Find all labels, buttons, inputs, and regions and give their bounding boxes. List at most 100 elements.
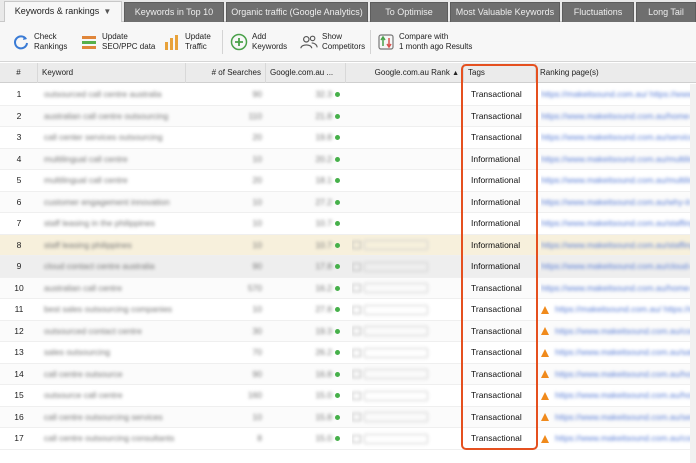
ranking-page-cell[interactable]: https://www.makeitsound.com.au/services [541,127,693,148]
tab-keywords-top10[interactable]: Keywords in Top 10 [124,2,224,22]
keyword-cell[interactable]: best sales outsourcing companies [44,299,184,320]
add-keywords-button[interactable]: Add Keywords [230,28,287,56]
ranking-page-cell[interactable]: https://www.makeitsound.com.au/cloud-c [541,256,693,277]
tab-fluctuations[interactable]: Fluctuations [562,2,634,22]
rank-input-box[interactable] [364,304,428,315]
ranking-page-link[interactable]: https://www.makeitsound.com.au/multiling [541,154,693,164]
keyword-cell[interactable]: staff leasing in the philippines [44,213,184,234]
table-row[interactable]: 17 call centre outsourcing consultants 8 15… [0,428,696,450]
keyword-cell[interactable]: outsource call centre [44,385,184,406]
checkbox-icon[interactable] [352,434,361,443]
keyword-cell[interactable]: multilingual call centre [44,170,184,191]
ranking-page-cell[interactable]: https://www.makeitsound.com.au/consult [541,428,693,449]
ranking-page-cell[interactable]: https://www.makeitsound.com.au/home-b [541,278,693,299]
table-row[interactable]: 11 best sales outsourcing companies 10 27.8… [0,299,696,321]
compare-results-button[interactable]: Compare with 1 month ago Results [377,28,472,56]
rank-input-box[interactable] [364,261,428,272]
ranking-page-link[interactable]: https://makeitsound.com.au/ https://www [555,304,693,314]
rank-input-box[interactable] [364,433,428,444]
chevron-down-icon[interactable]: ▼ [103,7,111,16]
table-row[interactable]: 6 customer engagement innovation 10 27.2 Inf… [0,191,696,213]
keyword-cell[interactable]: australian call centre [44,278,184,299]
ranking-page-link[interactable]: https://www.makeitsound.com.au/services [541,132,693,142]
tab-most-valuable[interactable]: Most Valuable Keywords [450,2,560,22]
ranking-page-cell[interactable]: https://www.makeitsound.com.au/why-it- [541,192,693,213]
ranking-page-link[interactable]: https://www.makeitsound.com.au/home-b [555,390,693,400]
ranking-page-cell[interactable]: https://www.makeitsound.com.au/conta [541,321,693,342]
update-seo-ppc-button[interactable]: Update SEO/PPC data [80,28,155,56]
ranking-page-link[interactable]: https://makeitsound.com.au/ https://www [541,89,693,99]
keyword-cell[interactable]: multilingual call centre [44,149,184,170]
checkbox-icon[interactable] [352,305,361,314]
table-row[interactable]: 5 multilingual call centre 20 18.1 Informati… [0,170,696,192]
col-index-header[interactable]: # [0,63,38,83]
col-searches-header[interactable]: # of Searches [186,63,266,83]
checkbox-icon[interactable] [352,348,361,357]
table-row[interactable]: 14 call centre outsource 90 16.8 Transaction… [0,363,696,385]
ranking-page-link[interactable]: https://www.makeitsound.com.au/staffing [541,240,693,250]
table-row[interactable]: 10 australian call centre 570 16.2 Transacti… [0,277,696,299]
table-row[interactable]: 13 sales outsourcing 70 26.2 Transactional ht… [0,342,696,364]
keyword-cell[interactable]: call center services outsourcing [44,127,184,148]
checkbox-icon[interactable] [352,413,361,422]
ranking-page-link[interactable]: https://www.makeitsound.com.au/service [555,412,693,422]
keyword-cell[interactable]: sales outsourcing [44,342,184,363]
rank-input-box[interactable] [364,369,428,380]
keyword-cell[interactable]: outsourced call centre australia [44,84,184,105]
ranking-page-cell[interactable]: https://www.makeitsound.com.au/sales-o [541,342,693,363]
table-row[interactable]: 3 call center services outsourcing 20 19.8 T… [0,127,696,149]
ranking-page-cell[interactable]: https://www.makeitsound.com.au/home-b [541,385,693,406]
keyword-cell[interactable]: call centre outsourcing services [44,407,184,428]
update-traffic-button[interactable]: Update Traffic [163,28,211,56]
col-google-rank-header[interactable]: Google.com.au Rank ▲ [346,63,464,83]
ranking-page-link[interactable]: https://www.makeitsound.com.au/consult [555,433,693,443]
ranking-page-cell[interactable]: https://www.makeitsound.com.au/home-b [541,106,693,127]
ranking-page-cell[interactable]: https://www.makeitsound.com.au/staffing [541,235,693,256]
tab-keywords-rankings[interactable]: Keywords & rankings ▼ [4,1,122,23]
checkbox-icon[interactable] [352,370,361,379]
show-competitors-button[interactable]: Show Competitors [300,28,365,56]
keyword-cell[interactable]: staff leasing philippines [44,235,184,256]
checkbox-icon[interactable] [352,284,361,293]
ranking-page-link[interactable]: https://www.makeitsound.com.au/multiling [541,175,693,185]
ranking-page-link[interactable]: https://www.makeitsound.com.au/cloud-c [541,261,693,271]
rank-input-box[interactable] [364,390,428,401]
table-row[interactable]: 7 staff leasing in the philippines 10 10.7 I… [0,213,696,235]
table-row[interactable]: 15 outsource call centre 160 15.0 Transactio… [0,385,696,407]
tab-organic-traffic[interactable]: Organic traffic (Google Analytics) [226,2,368,22]
table-row[interactable]: 8 staff leasing philippines 10 10.7 Informat… [0,234,696,256]
table-row[interactable]: 12 outsourced contact centre 30 19.3 Transac… [0,320,696,342]
ranking-page-cell[interactable]: https://makeitsound.com.au/ https://www [541,299,693,320]
ranking-page-cell[interactable]: https://www.makeitsound.com.au/multiling [541,149,693,170]
table-row[interactable]: 2 australian call centre outsourcing 110 21… [0,105,696,127]
checkbox-icon[interactable] [352,241,361,250]
ranking-page-cell[interactable]: https://makeitsound.com.au/ https://www [541,84,693,105]
keyword-cell[interactable]: cloud contact centre australia [44,256,184,277]
checkbox-icon[interactable] [352,391,361,400]
ranking-page-link[interactable]: https://www.makeitsound.com.au/home-b [541,283,693,293]
table-row[interactable]: 16 call centre outsourcing services 10 15.8… [0,406,696,428]
checkbox-icon[interactable] [352,327,361,336]
table-row[interactable]: 1 outsourced call centre australia 90 32.3 T… [0,84,696,106]
keyword-cell[interactable]: call centre outsource [44,364,184,385]
tab-long-tail[interactable]: Long Tail [636,2,696,22]
rank-input-box[interactable] [364,240,428,251]
keyword-cell[interactable]: call centre outsourcing consultants [44,428,184,449]
keyword-cell[interactable]: outsourced contact centre [44,321,184,342]
ranking-page-link[interactable]: https://www.makeitsound.com.au/sales-o [555,347,693,357]
table-row[interactable]: 4 multilingual call centre 10 20.2 Informati… [0,148,696,170]
keyword-cell[interactable]: customer engagement innovation [44,192,184,213]
check-rankings-button[interactable]: Check Rankings [12,28,67,56]
col-ranking-pages-header[interactable]: Ranking page(s) [536,63,696,83]
vertical-scrollbar[interactable] [690,84,696,463]
ranking-page-link[interactable]: https://www.makeitsound.com.au/home-b [555,369,693,379]
ranking-page-cell[interactable]: https://www.makeitsound.com.au/home-b [541,364,693,385]
table-row[interactable]: 9 cloud contact centre australia 90 17.8 Inf… [0,256,696,278]
ranking-page-cell[interactable]: https://www.makeitsound.com.au/multiling [541,170,693,191]
ranking-page-link[interactable]: https://www.makeitsound.com.au/staffing [541,218,693,228]
ranking-page-cell[interactable]: https://www.makeitsound.com.au/service [541,407,693,428]
ranking-page-link[interactable]: https://www.makeitsound.com.au/home-b [541,111,693,121]
ranking-page-link[interactable]: https://www.makeitsound.com.au/why-it- [541,197,693,207]
ranking-page-cell[interactable]: https://www.makeitsound.com.au/staffing [541,213,693,234]
col-keyword-header[interactable]: Keyword [38,63,186,83]
